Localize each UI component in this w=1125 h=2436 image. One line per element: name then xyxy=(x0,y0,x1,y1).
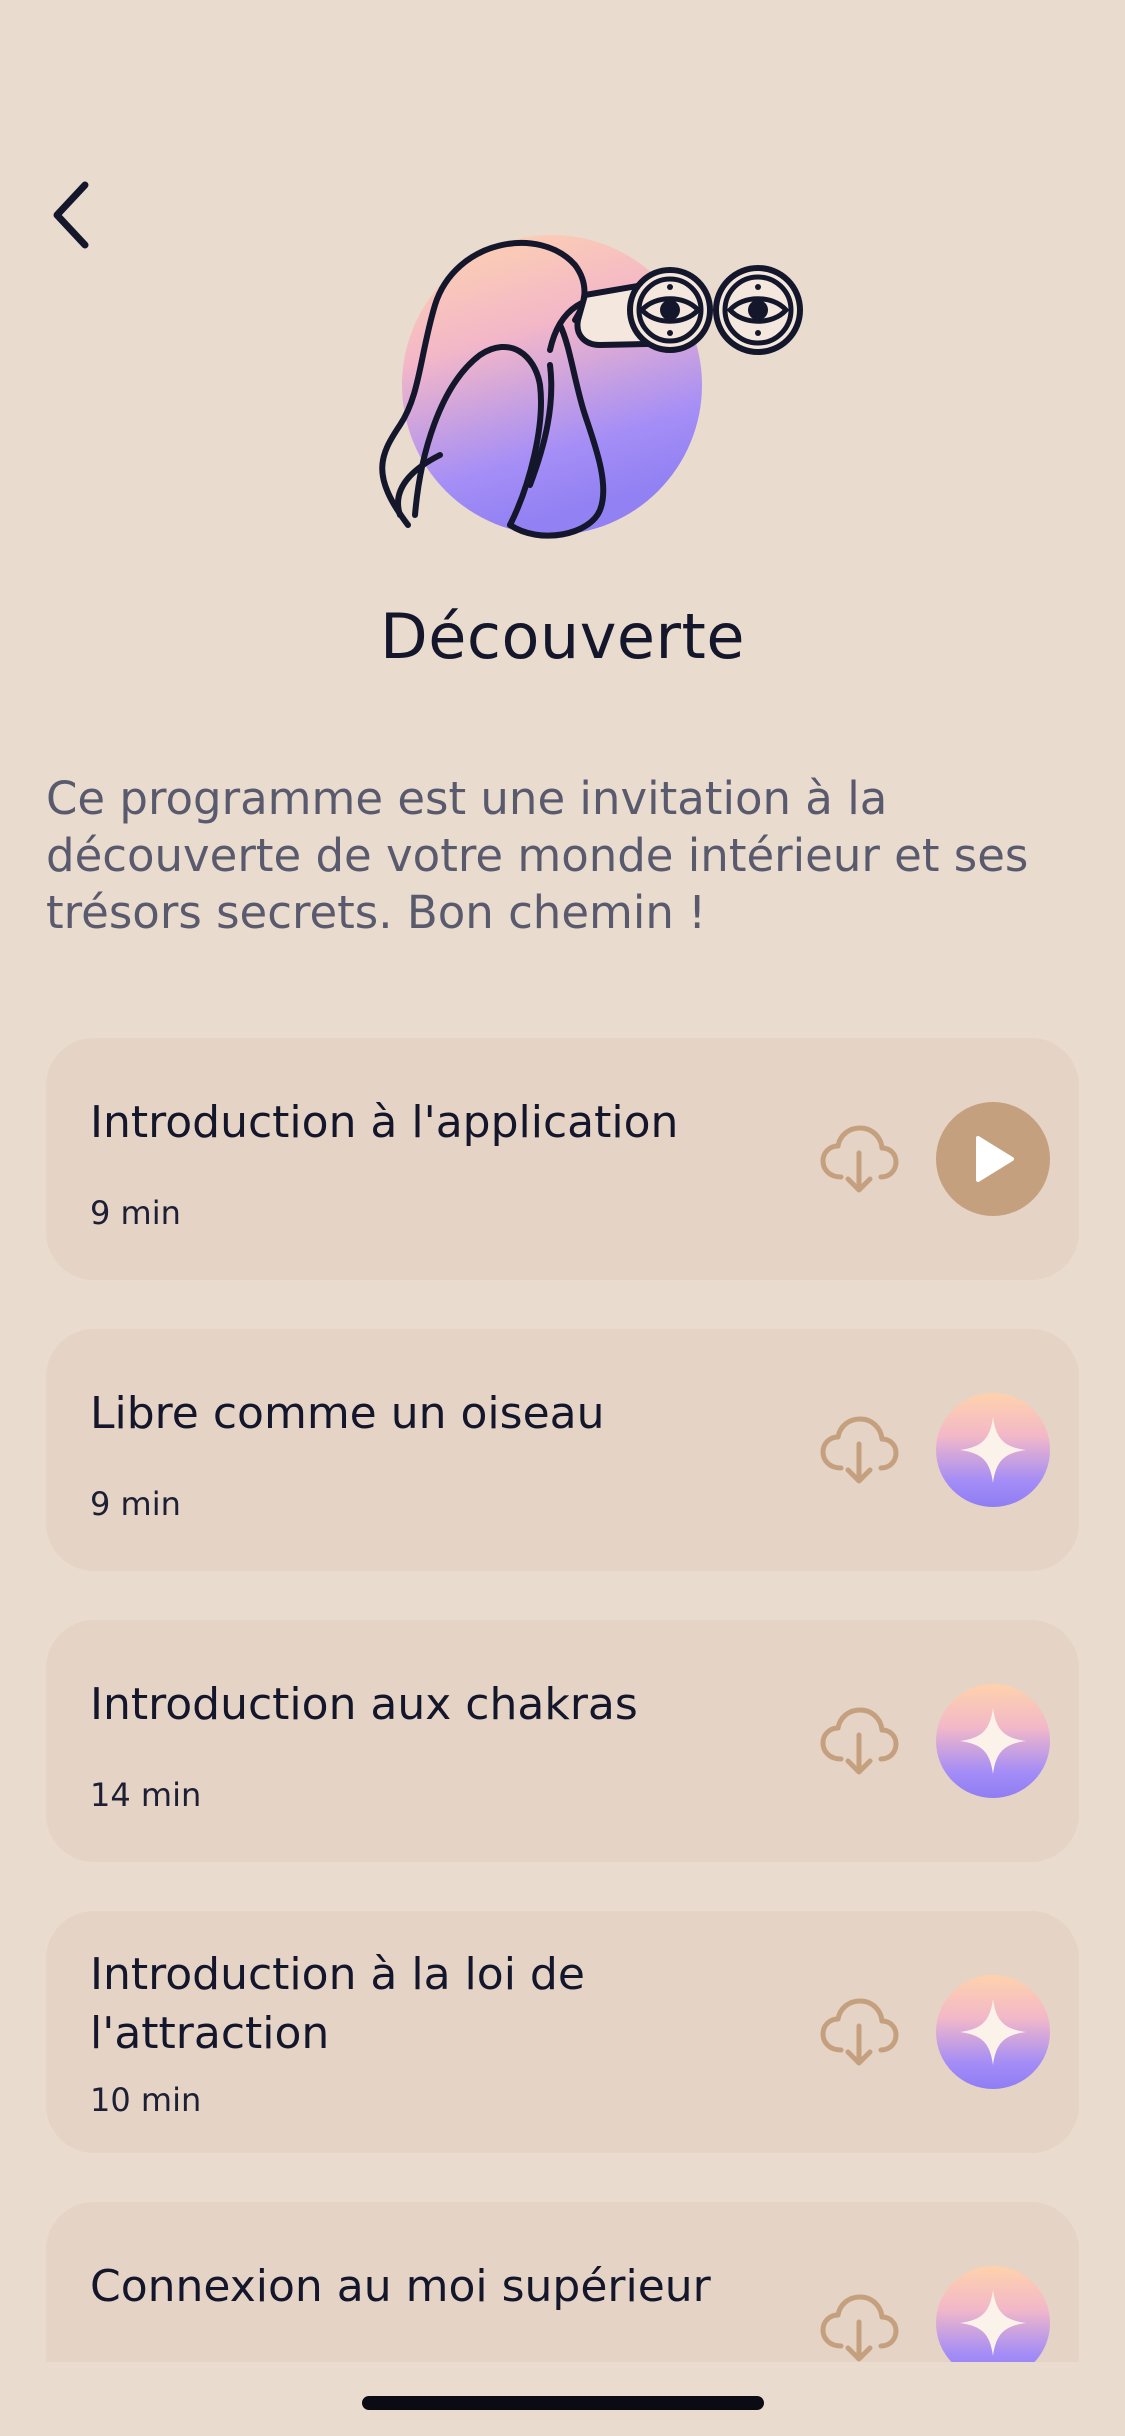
program-description: Ce programme est une invitation à la déc… xyxy=(46,772,1029,939)
session-card[interactable]: Introduction aux chakras 14 min xyxy=(46,1620,1079,1862)
session-duration: 9 min xyxy=(90,1485,181,1523)
session-title: Libre comme un oiseau xyxy=(90,1388,605,1439)
cloud-download-icon[interactable] xyxy=(819,1705,899,1777)
cloud-download-icon[interactable] xyxy=(819,1414,899,1486)
session-duration: 9 min xyxy=(90,1194,181,1232)
sparkle-button[interactable] xyxy=(936,1684,1050,1798)
session-title: Connexion au moi supérieur xyxy=(90,2261,711,2312)
cloud-download-icon[interactable] xyxy=(819,1996,899,2068)
session-duration: 14 min xyxy=(90,1776,202,1814)
cloud-download-icon[interactable] xyxy=(819,1123,899,1195)
session-title: Introduction aux chakras xyxy=(90,1679,638,1730)
sparkle-button[interactable] xyxy=(936,1393,1050,1507)
sparkle-icon xyxy=(960,2290,1026,2356)
cloud-download-icon[interactable] xyxy=(819,2292,899,2362)
binoculars-illustration xyxy=(379,235,803,539)
session-card-clip: Connexion au moi supérieur xyxy=(46,2202,1079,2362)
session-title: Introduction à l'application xyxy=(90,1097,679,1148)
back-button[interactable] xyxy=(36,170,106,260)
session-card[interactable]: Connexion au moi supérieur xyxy=(46,2202,1079,2362)
session-duration: 10 min xyxy=(90,2081,202,2119)
chevron-left-icon xyxy=(53,181,89,249)
play-button[interactable] xyxy=(936,1102,1050,1216)
play-icon xyxy=(976,1136,1014,1182)
home-indicator[interactable] xyxy=(362,2396,764,2410)
sparkle-button[interactable] xyxy=(936,2266,1050,2362)
session-card[interactable]: Introduction à la loi de l'attraction 10… xyxy=(46,1911,1079,2153)
sparkle-button[interactable] xyxy=(936,1975,1050,2089)
sparkle-icon xyxy=(960,1999,1026,2065)
page-title: Découverte xyxy=(380,600,745,673)
sparkle-icon xyxy=(960,1708,1026,1774)
session-card[interactable]: Introduction à l'application 9 min xyxy=(46,1038,1079,1280)
session-list: Introduction à l'application 9 min Libre… xyxy=(46,1038,1079,2362)
session-card[interactable]: Libre comme un oiseau 9 min xyxy=(46,1329,1079,1571)
session-title: Introduction à la loi de l'attraction xyxy=(90,1949,585,2059)
sparkle-icon xyxy=(960,1417,1026,1483)
